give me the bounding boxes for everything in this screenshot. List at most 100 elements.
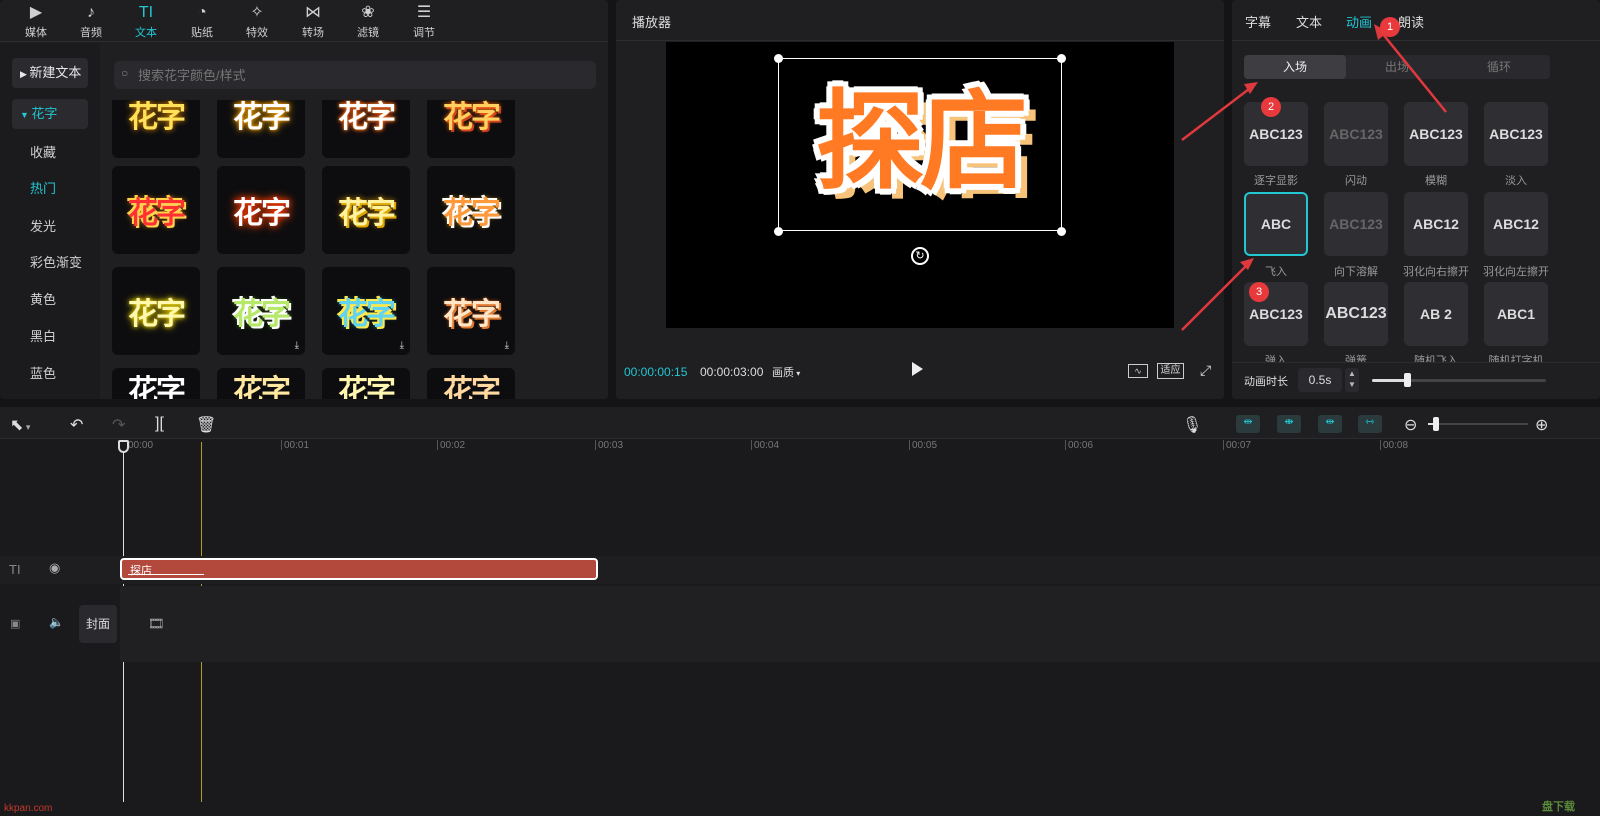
cover-button[interactable]: 封面: [79, 605, 117, 643]
download-icon[interactable]: ⤓: [505, 340, 509, 351]
duration-slider-handle[interactable]: [1403, 373, 1411, 387]
tool-adjust[interactable]: ☰ 调节: [396, 0, 452, 42]
anim-item[interactable]: ABC12: [1484, 192, 1548, 256]
huazi-tile[interactable]: 花字: [427, 100, 515, 158]
snap-main-icon[interactable]: ⇹: [1236, 415, 1260, 433]
anim-item-selected[interactable]: ABC: [1244, 192, 1308, 256]
tab-read-aloud[interactable]: 朗读: [1398, 12, 1424, 31]
anim-item[interactable]: ABC12: [1404, 192, 1468, 256]
huazi-tile[interactable]: 花字 ⤓: [427, 267, 515, 355]
anim-label: 随机飞入: [1414, 355, 1458, 362]
sidebar-item-yellow[interactable]: 黄色: [14, 285, 88, 315]
sidebar-item-blue[interactable]: 蓝色: [14, 359, 88, 389]
zoom-out-icon[interactable]: ⊖: [1404, 415, 1417, 435]
tool-media[interactable]: ▶ 媒体: [8, 0, 64, 42]
waveform-icon[interactable]: ∿: [1128, 364, 1148, 378]
zoom-slider-handle[interactable]: [1433, 417, 1439, 431]
play-button[interactable]: [912, 362, 923, 376]
video-preview[interactable]: 探店 ↻: [666, 42, 1174, 328]
time-ruler: [120, 439, 1600, 459]
huazi-tile[interactable]: 花字: [112, 368, 200, 399]
tool-text[interactable]: TI 文本: [118, 0, 174, 42]
tab-text[interactable]: 文本: [1296, 12, 1322, 31]
text-track-icon: TI: [9, 562, 21, 577]
huazi-tile[interactable]: 花字: [322, 166, 410, 254]
anim-item[interactable]: ABC123: [1404, 102, 1468, 166]
anim-label: 弹簧: [1345, 355, 1367, 362]
resize-handle[interactable]: [1057, 227, 1066, 236]
sidebar-item-glow[interactable]: 发光: [14, 212, 88, 242]
segment-in[interactable]: 入场: [1244, 55, 1346, 79]
audio-icon: ♪: [87, 4, 95, 21]
delete-icon[interactable]: 🗑: [196, 415, 216, 435]
sidebar-item-huazi[interactable]: ▼ 花字: [12, 99, 88, 129]
tool-filter[interactable]: ❀ 滤镜: [340, 0, 396, 42]
anim-item[interactable]: ABC1: [1484, 282, 1548, 346]
huazi-tile[interactable]: 花字: [427, 368, 515, 399]
tool-audio[interactable]: ♪ 音频: [63, 0, 119, 42]
duration-stepper[interactable]: ▲ ▼: [1345, 368, 1359, 392]
undo-icon[interactable]: ↶: [70, 415, 83, 435]
redo-icon[interactable]: ↷: [112, 415, 125, 435]
resize-handle[interactable]: [1057, 54, 1066, 63]
huazi-tile[interactable]: 花字: [322, 100, 410, 158]
sidebar-item-hot[interactable]: 热门: [14, 174, 88, 204]
huazi-tile[interactable]: 花字: [427, 166, 515, 254]
tool-transition[interactable]: ⋈ 转场: [285, 0, 341, 42]
animation-type-segment: 入场 出场 循环: [1244, 55, 1550, 79]
preview-axis-icon[interactable]: ⇹: [1318, 415, 1342, 433]
zoom-slider-track[interactable]: [1428, 417, 1528, 431]
huazi-tile[interactable]: 花字 ⤓: [322, 267, 410, 355]
huazi-tile[interactable]: 花字: [112, 267, 200, 355]
resize-handle[interactable]: [774, 54, 783, 63]
duration-slider-track[interactable]: [1372, 373, 1546, 387]
chevron-down-icon: ▾: [23, 422, 31, 432]
resize-handle[interactable]: [774, 227, 783, 236]
tab-animation[interactable]: 动画: [1346, 12, 1372, 31]
segment-out[interactable]: 出场: [1346, 55, 1448, 79]
transition-icon: ⋈: [305, 4, 321, 21]
huazi-tile[interactable]: 花字: [217, 100, 305, 158]
audio-icon[interactable]: 🔈: [49, 615, 64, 629]
huazi-tile[interactable]: 花字: [217, 368, 305, 399]
tab-subtitle[interactable]: 字幕: [1245, 12, 1271, 31]
anim-item[interactable]: ABC123: [1484, 102, 1548, 166]
snap-link-icon[interactable]: ⇼: [1277, 415, 1301, 433]
tool-effects[interactable]: ✧ 特效: [229, 0, 285, 42]
duration-input[interactable]: 0.5s: [1298, 368, 1342, 392]
select-tool[interactable]: ⬉ ▾: [10, 415, 30, 435]
search-input[interactable]: [114, 61, 596, 89]
playhead-handle[interactable]: [118, 440, 129, 453]
clip-underline: [128, 574, 204, 575]
download-icon[interactable]: ⤓: [400, 340, 404, 351]
anim-item[interactable]: ABC123: [1324, 102, 1388, 166]
huazi-tile[interactable]: 花字: [112, 166, 200, 254]
split-icon[interactable]: ][: [155, 415, 164, 433]
ruler-tick: 00:03: [594, 440, 624, 451]
segment-loop[interactable]: 循环: [1448, 55, 1550, 79]
anim-item[interactable]: AB 2: [1404, 282, 1468, 346]
quality-select[interactable]: 画质 ▾: [772, 364, 800, 380]
tool-sticker[interactable]: ◔ 贴纸: [174, 0, 230, 42]
zoom-in-icon[interactable]: ⊕: [1535, 415, 1548, 435]
text-clip[interactable]: 探店: [120, 558, 598, 580]
align-icon[interactable]: ⇿: [1358, 415, 1382, 433]
download-icon[interactable]: ⤓: [295, 340, 299, 351]
huazi-tile[interactable]: 花字: [112, 100, 200, 158]
fit-button[interactable]: 适应: [1157, 363, 1184, 379]
eye-icon[interactable]: ◉: [49, 560, 60, 576]
huazi-tile[interactable]: 花字 ⤓: [217, 267, 305, 355]
anim-label: 逐字显影: [1254, 175, 1298, 187]
new-text-button[interactable]: ▶ 新建文本: [12, 58, 88, 88]
sidebar-item-gradient[interactable]: 彩色渐变: [14, 248, 88, 278]
mic-icon[interactable]: 🎙: [1182, 415, 1202, 435]
rotate-icon[interactable]: ↻: [911, 247, 929, 265]
huazi-tile[interactable]: 花字: [217, 166, 305, 254]
anim-item[interactable]: ABC123: [1324, 192, 1388, 256]
anim-item[interactable]: ABC123: [1324, 282, 1388, 346]
sidebar-item-bw[interactable]: 黑白: [14, 322, 88, 352]
fullscreen-icon[interactable]: ⤢: [1200, 362, 1211, 379]
sidebar-item-favorites[interactable]: 收藏: [14, 138, 88, 168]
watermark-left: kkpan.com: [4, 803, 53, 814]
huazi-tile[interactable]: 花字: [322, 368, 410, 399]
